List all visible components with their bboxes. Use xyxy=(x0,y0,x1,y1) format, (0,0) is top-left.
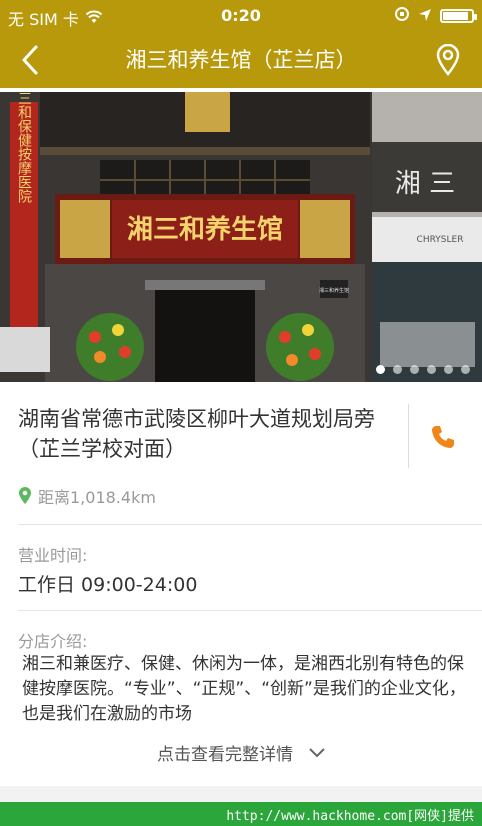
carousel-dot[interactable] xyxy=(444,365,453,374)
view-details-button[interactable]: 点击查看完整详情 xyxy=(0,740,482,765)
call-button[interactable] xyxy=(418,412,468,462)
distance-row: 距离1,018.4km xyxy=(18,484,156,508)
map-pin-icon xyxy=(436,44,460,76)
status-right xyxy=(394,6,477,26)
location-arrow-icon xyxy=(418,7,432,26)
carousel-dot[interactable] xyxy=(376,365,385,374)
right-brand-text: CHRYSLER xyxy=(417,235,464,245)
page-title: 湘三和养生馆（芷兰店） xyxy=(125,48,357,72)
view-details-label: 点击查看完整详情 xyxy=(157,745,293,765)
chevron-down-icon xyxy=(309,747,325,757)
watermark-bar: http://www.hackhome.com[网侠]提供 xyxy=(0,802,482,826)
distance-text: 距离1,018.4km xyxy=(38,488,156,507)
back-button[interactable] xyxy=(12,42,48,78)
carousel-dot[interactable] xyxy=(393,365,402,374)
footer-spacer xyxy=(0,786,482,802)
phone-icon xyxy=(432,426,454,448)
status-bar: 无 SIM 卡 0:20 xyxy=(0,0,482,32)
carousel-dot[interactable] xyxy=(427,365,436,374)
storefront-photo: 热烈祝贺湘三和保健按摩医院 湘三和养生馆 湘三和养生馆 湘 三 CHRYSLER xyxy=(0,92,482,382)
carousel-dot[interactable] xyxy=(410,365,419,374)
right-building-text: 湘 三 xyxy=(395,169,455,199)
watermark-text: http://www.hackhome.com[网侠]提供 xyxy=(226,808,474,824)
carousel-dot[interactable] xyxy=(461,365,470,374)
store-sign-text: 湘三和养生馆 xyxy=(127,214,283,245)
divider xyxy=(18,524,482,525)
rotation-lock-icon xyxy=(394,6,410,26)
hours-value: 工作日 09:00-24:00 xyxy=(18,574,198,596)
location-pin-icon xyxy=(19,487,31,504)
divider xyxy=(408,404,409,468)
store-photo-carousel[interactable]: 热烈祝贺湘三和保健按摩医院 湘三和养生馆 湘三和养生馆 湘 三 CHRYSLER xyxy=(0,92,482,382)
store-address: 湖南省常德市武陵区柳叶大道规划局旁（芷兰学校对面） xyxy=(18,407,375,461)
carousel-dots[interactable] xyxy=(376,365,470,374)
intro-label: 分店介绍: xyxy=(18,632,88,651)
hours-label: 营业时间: xyxy=(18,546,88,565)
divider xyxy=(18,610,482,611)
battery-icon xyxy=(440,9,477,23)
plaque-text: 湘三和养生馆 xyxy=(319,287,349,294)
map-button[interactable] xyxy=(430,42,466,78)
intro-text: 湘三和兼医疗、保健、休闲为一体，是湘西北别有特色的保健按摩医院。“专业”、“正规… xyxy=(22,654,466,724)
side-banner-text: 热烈祝贺湘三和保健按摩医院 xyxy=(16,92,32,204)
navigation-bar: 湘三和养生馆（芷兰店） xyxy=(0,32,482,88)
chevron-left-icon xyxy=(22,45,38,75)
